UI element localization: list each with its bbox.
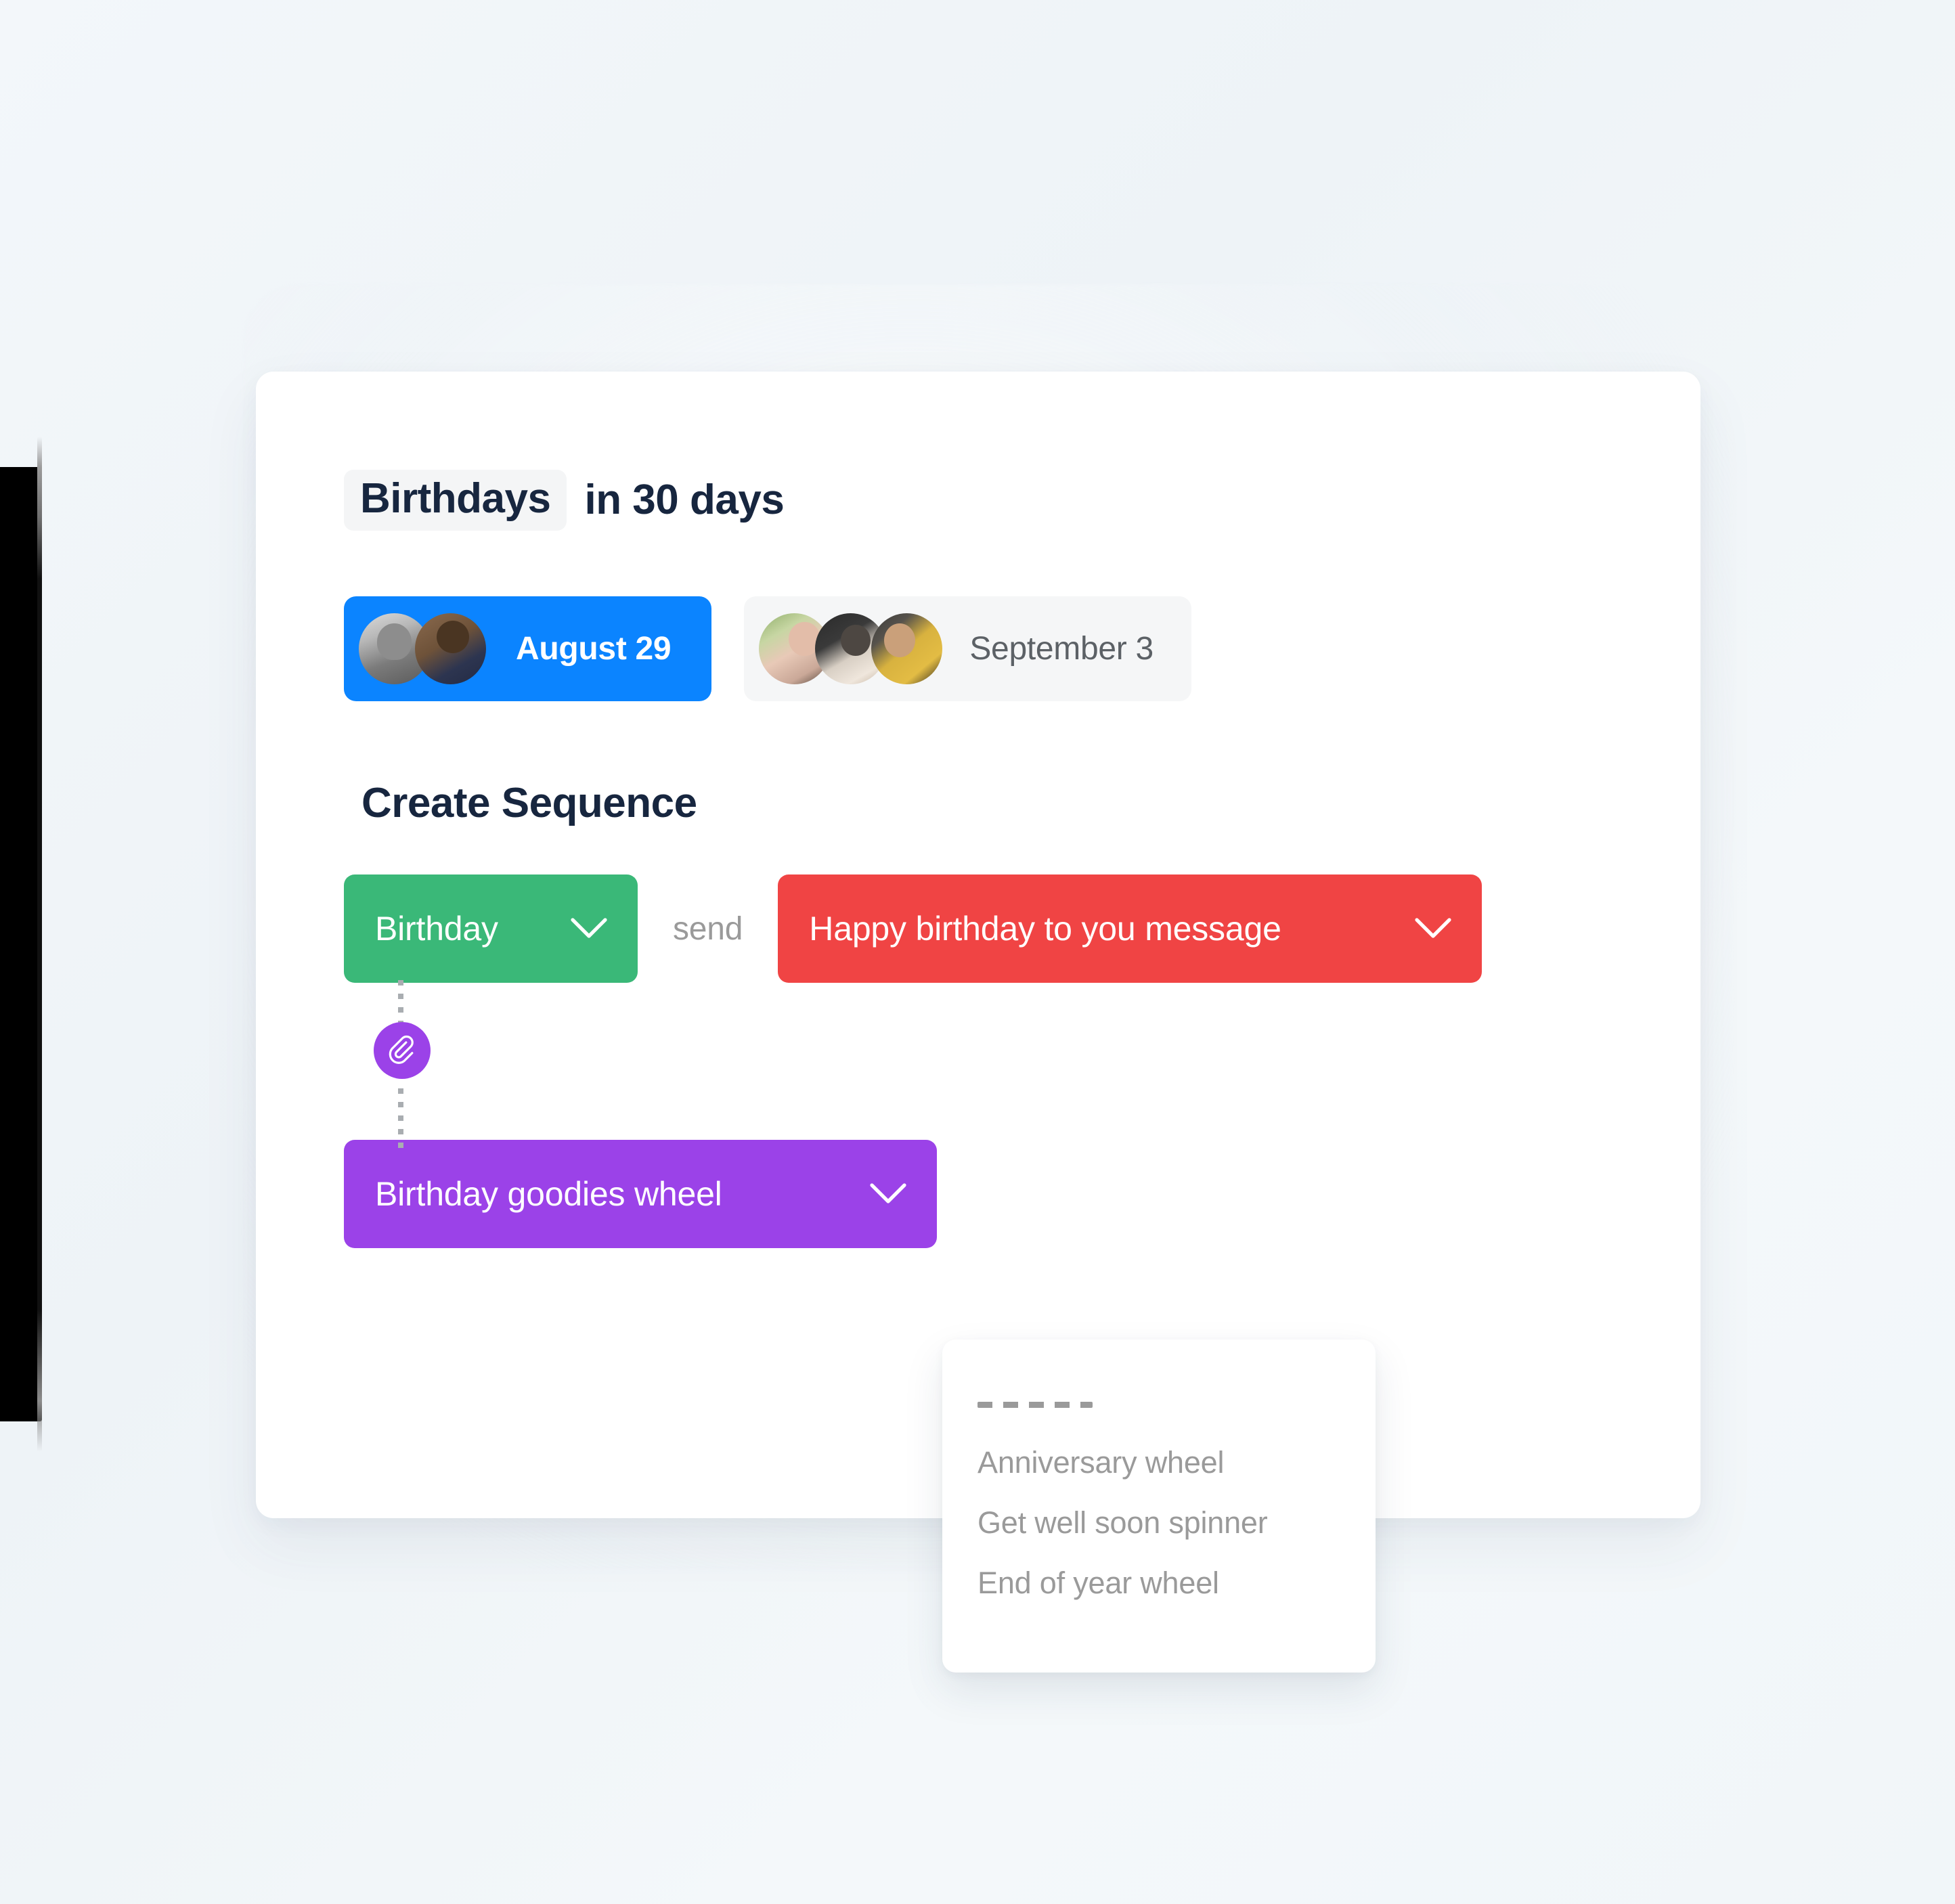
wheel-options-dropdown[interactable]: Anniversary wheel Get well soon spinner …	[942, 1340, 1376, 1673]
device-edge-highlight	[37, 437, 42, 1452]
avatar	[871, 613, 943, 684]
date-chip-label: September 3	[969, 631, 1154, 667]
date-chip-september-3[interactable]: September 3	[744, 596, 1191, 701]
trigger-select-birthday[interactable]: Birthday	[344, 874, 638, 983]
sequence-row-trigger: Birthday send Happy birthday to you mess…	[344, 874, 1700, 983]
menu-item-anniversary-wheel[interactable]: Anniversary wheel	[978, 1432, 1376, 1492]
page-title: Birthdays in 30 days	[344, 469, 1700, 531]
trigger-select-label: Birthday	[375, 910, 498, 948]
attachment-select-label: Birthday goodies wheel	[375, 1175, 722, 1213]
attachment-select-wheel[interactable]: Birthday goodies wheel	[344, 1140, 937, 1248]
device-bezel-sliver	[0, 467, 42, 1421]
title-rest-text: in 30 days	[584, 477, 785, 523]
menu-item-get-well-soon-spinner[interactable]: Get well soon spinner	[978, 1492, 1376, 1553]
avatar-group	[759, 613, 943, 684]
connector-dotted-line-bottom	[398, 1088, 403, 1151]
sequence-builder: Birthday send Happy birthday to you mess…	[344, 874, 1700, 1248]
avatar-group	[359, 613, 486, 684]
attachment-node-button[interactable]	[374, 1022, 431, 1079]
menu-separator-dashes	[978, 1402, 1093, 1408]
sequence-connector-word: send	[673, 910, 743, 947]
sequence-connector	[359, 980, 440, 1151]
avatar	[415, 613, 486, 684]
action-select-label: Happy birthday to you message	[809, 910, 1281, 948]
action-select-message[interactable]: Happy birthday to you message	[778, 874, 1482, 983]
date-chip-label: August 29	[516, 631, 672, 667]
chevron-down-icon	[1415, 918, 1451, 938]
date-chip-list: August 29 September 3	[344, 596, 1700, 701]
paperclip-icon	[389, 1035, 414, 1064]
title-highlight-pill: Birthdays	[344, 470, 567, 531]
chevron-down-icon	[571, 918, 607, 938]
connector-dotted-line-top	[398, 980, 403, 1027]
menu-item-end-of-year-wheel[interactable]: End of year wheel	[978, 1553, 1376, 1613]
date-chip-august-29[interactable]: August 29	[344, 596, 712, 701]
section-heading-create-sequence: Create Sequence	[361, 780, 697, 826]
sequence-row-attachment: Birthday goodies wheel	[344, 1140, 1700, 1248]
chevron-down-icon	[870, 1183, 906, 1203]
